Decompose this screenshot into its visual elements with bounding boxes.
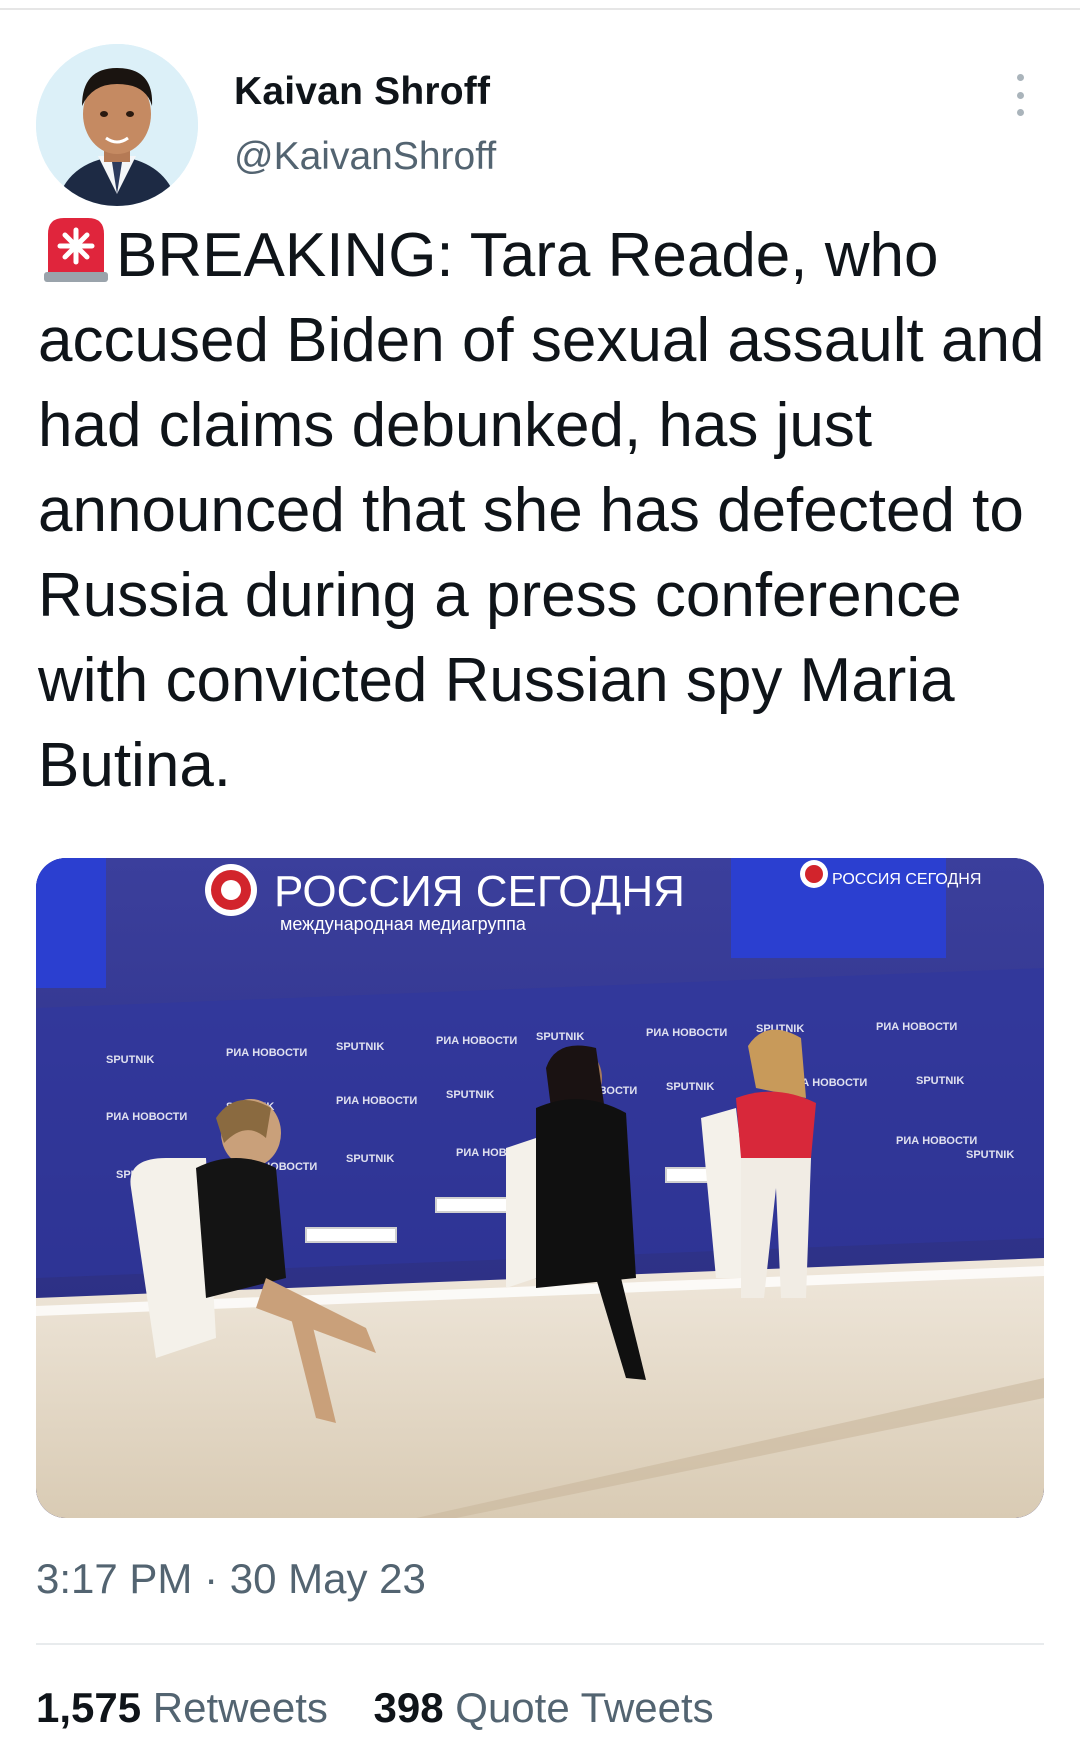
wall-logo: SPUTNIK [106, 1054, 154, 1066]
wall-logo: SPUTNIK [966, 1149, 1014, 1161]
wall-logo: SPUTNIK [536, 1031, 584, 1043]
avatar-portrait [36, 44, 198, 206]
backdrop-subtitle: международная медиагруппа [280, 914, 527, 934]
stats-divider [36, 1643, 1044, 1645]
more-options-button[interactable] [1000, 70, 1040, 120]
wall-logo: SPUTNIK [446, 1089, 494, 1101]
wall-logo: РИА НОВОСТИ [336, 1095, 417, 1107]
dot [1016, 91, 1024, 99]
retweets-label: Retweets [152, 1684, 328, 1731]
wall-logo: SPUTNIK [346, 1153, 394, 1165]
wall-logo: РИА НОВОСТИ [226, 1047, 307, 1059]
press-conference-photo: SPUTNIK РИА НОВОСТИ SPUTNIK РИА НОВОСТИ … [36, 858, 1044, 1518]
quote-tweets-label: Quote Tweets [455, 1684, 714, 1731]
tweet-timestamp[interactable]: 3:17 PM · 30 May 23 [36, 1555, 426, 1603]
wall-logo: РИА НОВОСТИ [436, 1035, 517, 1047]
author-display-name[interactable]: Kaivan Shroff [234, 70, 490, 114]
rotating-light-siren-icon [38, 212, 114, 284]
engagement-stats: 1,575 Retweets 398 Quote Tweets [36, 1684, 748, 1732]
wall-logo: SPUTNIK [336, 1041, 384, 1053]
author-handle[interactable]: @KaivanShroff [234, 135, 496, 179]
tweet-text: BREAKING: Tara Reade, who accused Biden … [38, 212, 1058, 808]
wall-logo: РИА НОВОСТИ [106, 1111, 187, 1123]
avatar[interactable] [36, 44, 198, 206]
wall-logo: РИА НОВОСТИ [896, 1135, 977, 1147]
tweet-body: BREAKING: Tara Reade, who accused Biden … [38, 221, 1045, 800]
quote-tweets-count: 398 [373, 1684, 444, 1731]
backdrop-title: РОССИЯ СЕГОДНЯ [274, 867, 685, 916]
quote-tweets-stat[interactable]: 398 Quote Tweets [374, 1684, 714, 1732]
wall-logo: РИА НОВОСТИ [646, 1027, 727, 1039]
wall-logo: SPUTNIK [916, 1075, 964, 1087]
dot [1016, 109, 1024, 116]
retweets-count: 1,575 [36, 1684, 142, 1731]
dot [1016, 74, 1024, 81]
tweet-photo[interactable]: SPUTNIK РИА НОВОСТИ SPUTNIK РИА НОВОСТИ … [36, 858, 1044, 1518]
screen-title: РОССИЯ СЕГОДНЯ [832, 871, 981, 888]
wall-logo: SPUTNIK [666, 1081, 714, 1093]
top-divider [0, 8, 1080, 10]
retweets-stat[interactable]: 1,575 Retweets [36, 1684, 328, 1732]
wall-logo: РИА НОВОСТИ [876, 1021, 957, 1033]
